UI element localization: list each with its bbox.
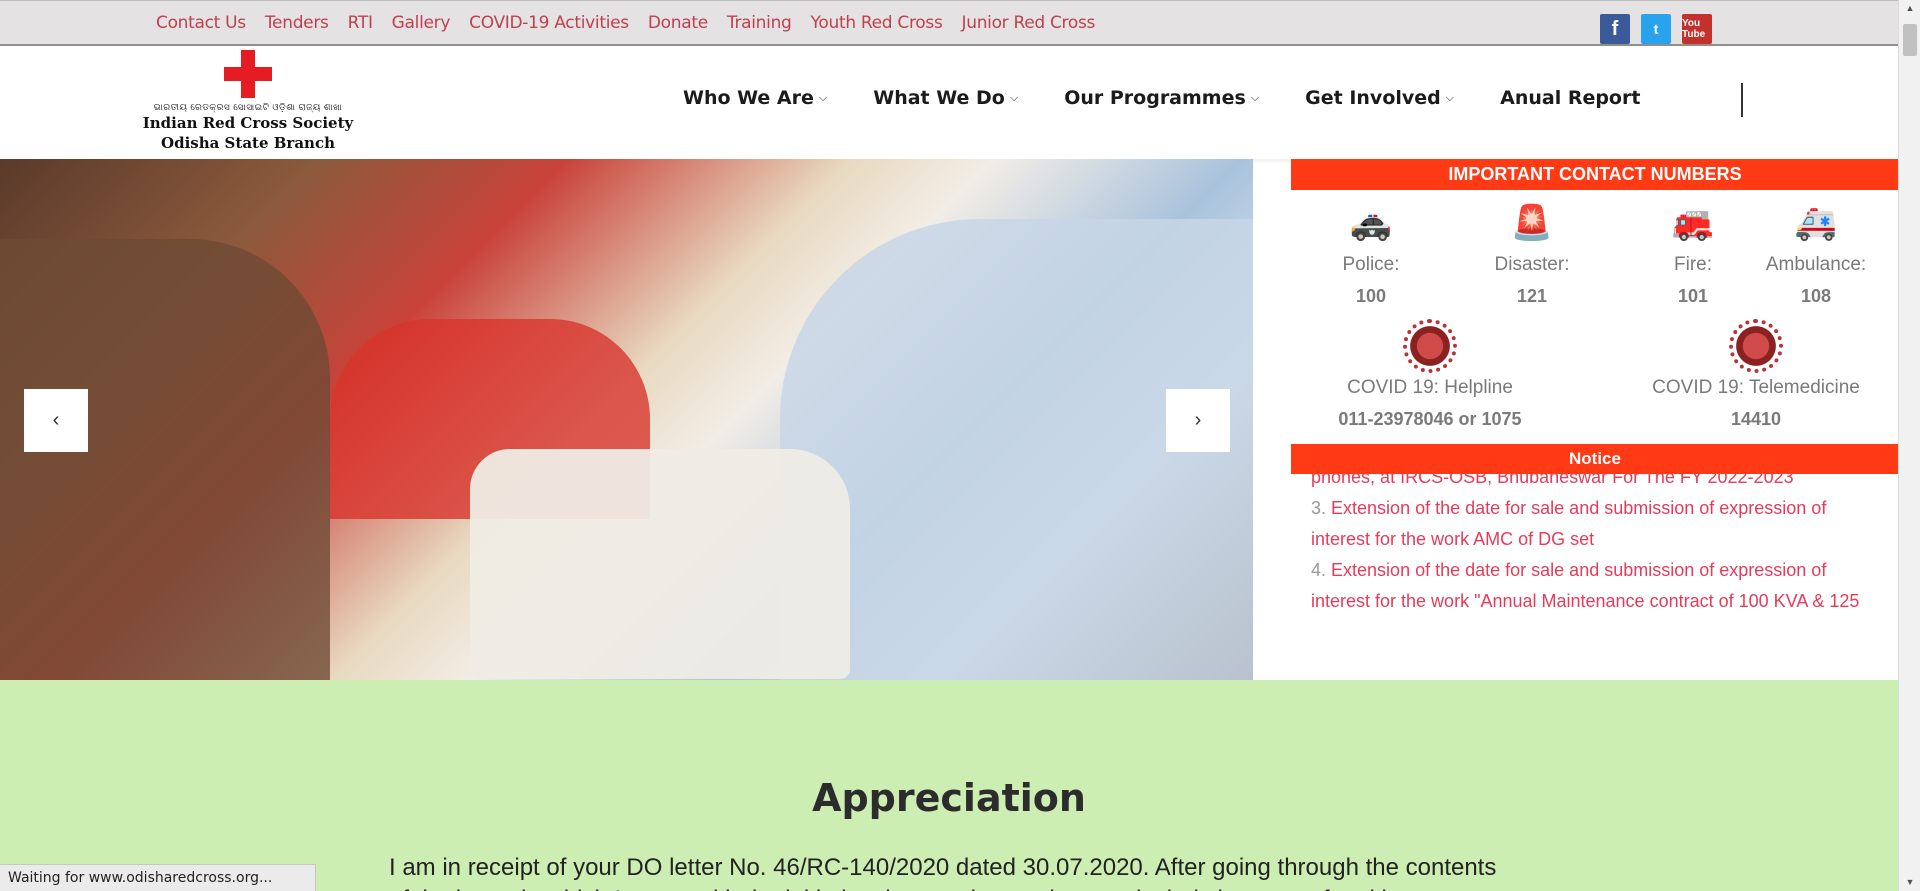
slide-photo-region <box>0 239 330 680</box>
nav-divider <box>1741 83 1743 117</box>
scroll-up-icon[interactable]: ▲ <box>1899 0 1920 17</box>
notice-item-partial[interactable]: phones, at IRCS-OSB, Bhubaneswar For The… <box>1311 474 1879 493</box>
contact-label: Ambulance: <box>1765 254 1867 275</box>
contact-covid-helpline: COVID 19: Helpline 011-23978046 or 1075 <box>1315 319 1545 430</box>
nav-get-involved[interactable]: Get Involved ⌵ <box>1305 87 1454 109</box>
chevron-down-icon: ⌵ <box>1445 91 1455 104</box>
top-link-gallery[interactable]: Gallery <box>392 13 451 33</box>
top-link-rti[interactable]: RTI <box>348 13 373 33</box>
virus-icon <box>1729 319 1783 373</box>
nav-annual-report[interactable]: Anual Report <box>1500 87 1640 109</box>
slider-prev-button[interactable]: ‹ <box>24 389 88 452</box>
browser-status-bar: Waiting for www.odisharedcross.org... <box>0 864 316 891</box>
nav-label: Who We Are <box>683 87 814 109</box>
contact-covid-telemedicine: COVID 19: Telemedicine 14410 <box>1631 319 1881 430</box>
site-header: ଭାରତୀୟ ରେଡକ୍ରସ ସୋସାଇଟି ଓଡ଼ିଶା ରାଜ୍ୟ ଶାଖା… <box>0 47 1898 159</box>
notice-text: Extension of the date for sale and submi… <box>1311 560 1860 611</box>
top-links: Contact Us Tenders RTI Gallery COVID-19 … <box>156 13 1095 33</box>
hero-slider <box>0 159 1253 680</box>
page-scrollbar[interactable]: ▲ ▼ <box>1898 0 1920 891</box>
contact-number: 011-23978046 or 1075 <box>1338 409 1522 429</box>
youtube-icon[interactable]: You Tube <box>1682 14 1712 44</box>
nav-our-programmes[interactable]: Our Programmes ⌵ <box>1064 87 1259 109</box>
contact-label: Disaster: <box>1494 254 1570 275</box>
appreciation-title: Appreciation <box>812 776 1086 820</box>
contact-label: Police: <box>1342 254 1400 275</box>
notice-number: 3. <box>1311 498 1327 518</box>
logo-org-name: Indian Red Cross Society <box>142 114 354 132</box>
appreciation-section: Appreciation I am in receipt of your DO … <box>0 680 1898 891</box>
nav-label: Our Programmes <box>1064 87 1246 109</box>
facebook-icon[interactable]: f <box>1600 14 1630 44</box>
nav-who-we-are[interactable]: Who We Are ⌵ <box>683 87 827 109</box>
chevron-down-icon: ⌵ <box>1009 91 1019 104</box>
nav-label: What We Do <box>873 87 1005 109</box>
top-link-tenders[interactable]: Tenders <box>265 13 329 33</box>
fire-truck-icon: 🚒 <box>1671 204 1715 242</box>
siren-icon: 🚨 <box>1510 204 1554 242</box>
notice-item[interactable]: 3. Extension of the date for sale and su… <box>1311 493 1879 555</box>
contact-number: 14410 <box>1730 409 1782 429</box>
contact-police: 🚓 Police: 100 <box>1291 200 1451 307</box>
notice-heading: Notice <box>1291 444 1899 474</box>
nav-label: Get Involved <box>1305 87 1441 109</box>
contact-label: COVID 19: Telemedicine <box>1652 377 1860 398</box>
chevron-down-icon: ⌵ <box>1250 91 1260 104</box>
top-link-junior-red-cross[interactable]: Junior Red Cross <box>962 13 1096 33</box>
top-link-donate[interactable]: Donate <box>648 13 708 33</box>
top-link-contact-us[interactable]: Contact Us <box>156 13 246 33</box>
notice-text: Extension of the date for sale and submi… <box>1311 498 1827 549</box>
top-link-youth-red-cross[interactable]: Youth Red Cross <box>811 13 943 33</box>
top-link-training[interactable]: Training <box>727 13 792 33</box>
nav-label: Anual Report <box>1500 87 1641 109</box>
social-links: f t You Tube <box>1600 14 1712 44</box>
ambulance-icon: 🚑 <box>1794 204 1838 242</box>
chevron-down-icon: ⌵ <box>818 91 828 104</box>
notice-number: 4. <box>1311 560 1327 580</box>
top-link-covid-activities[interactable]: COVID-19 Activities <box>469 13 629 33</box>
top-bar: Contact Us Tenders RTI Gallery COVID-19 … <box>0 0 1898 46</box>
info-panel: IMPORTANT CONTACT NUMBERS 🚓 Police: 100 … <box>1291 159 1899 680</box>
notice-text: phones, at IRCS-OSB, Bhubaneswar For The… <box>1311 474 1794 487</box>
contact-label: COVID 19: Helpline <box>1347 377 1513 398</box>
virus-icon <box>1403 319 1457 373</box>
contacts-heading: IMPORTANT CONTACT NUMBERS <box>1291 159 1899 190</box>
logo-branch-name: Odisha State Branch <box>161 134 335 152</box>
contact-ambulance: 🚑 Ambulance: 108 <box>1736 200 1896 307</box>
contact-number: 108 <box>1800 286 1832 306</box>
police-car-icon: 🚓 <box>1349 204 1393 242</box>
contacts-grid: 🚓 Police: 100 🚨 Disaster: 121 🚒 Fire: 10… <box>1291 190 1899 444</box>
appreciation-text-line2: of the letter, in which I agree with the… <box>389 884 1519 891</box>
nav-what-we-do[interactable]: What We Do ⌵ <box>873 87 1018 109</box>
contact-number: 121 <box>1516 286 1548 306</box>
twitter-icon[interactable]: t <box>1641 14 1671 44</box>
scrollbar-thumb[interactable] <box>1903 24 1917 56</box>
slide-photo-region <box>470 449 850 679</box>
site-logo[interactable]: ଭାରତୀୟ ରେଡକ୍ରସ ସୋସାଇଟି ଓଡ଼ିଶା ରାଜ୍ୟ ଶାଖା… <box>138 50 358 153</box>
slider-next-button[interactable]: › <box>1166 389 1230 452</box>
notice-item[interactable]: 4. Extension of the date for sale and su… <box>1311 555 1879 617</box>
notice-list: phones, at IRCS-OSB, Bhubaneswar For The… <box>1291 474 1899 619</box>
contact-number: 100 <box>1355 286 1387 306</box>
contact-disaster: 🚨 Disaster: 121 <box>1452 200 1612 307</box>
logo-odia-text: ଭାରତୀୟ ରେଡକ୍ରସ ସୋସାଇଟି ଓଡ଼ିଶା ରାଜ୍ୟ ଶାଖା <box>153 102 343 112</box>
main-nav: Who We Are ⌵ What We Do ⌵ Our Programmes ⌵ … <box>683 87 1686 109</box>
scroll-down-icon[interactable]: ▼ <box>1899 874 1920 891</box>
red-cross-icon <box>224 50 272 98</box>
